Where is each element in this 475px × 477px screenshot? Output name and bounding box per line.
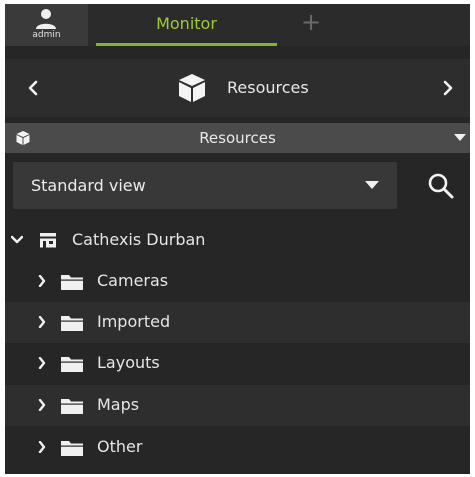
search-button[interactable] [425,170,457,202]
chevron-down-icon[interactable] [11,235,23,245]
folder-icon [61,357,83,372]
tree-item-label: Imported [97,312,171,331]
chevron-right-icon[interactable] [38,275,46,287]
section-title: Resources [199,129,276,147]
tree-item-cameras[interactable]: Cameras [5,261,470,302]
chevron-right-icon[interactable] [38,357,46,369]
resources-section-header[interactable]: Resources [5,123,470,153]
tree-item-layouts[interactable]: Layouts [5,343,470,384]
folder-icon [61,441,83,456]
tree-item-label: Maps [97,395,140,414]
tree-root-label: Cathexis Durban [72,230,206,249]
active-tab-indicator [96,43,277,46]
chevron-right-icon[interactable] [38,399,46,411]
tree-item-imported[interactable]: Imported [5,302,470,343]
folder-icon [61,316,83,331]
resources-panel: admin Monitor + Resources Resources Stan… [5,4,470,474]
tree-item-other[interactable]: Other [5,427,470,468]
server-icon [40,233,56,248]
folder-icon [61,275,83,290]
resources-title: Resources [227,78,309,97]
chevron-right-icon[interactable] [38,316,46,328]
caret-down-icon[interactable] [454,134,466,142]
user-name: admin [32,30,61,40]
next-panel-button[interactable] [426,59,470,117]
chevron-right-icon [443,80,453,96]
caret-down-icon [365,181,379,189]
user-icon [36,9,56,29]
previous-panel-button[interactable] [11,59,55,117]
tree-item-label: Layouts [97,353,160,372]
folder-icon [61,399,83,414]
tree-root-node[interactable]: Cathexis Durban [5,220,470,260]
search-icon [428,173,454,199]
resources-nav-bar: Resources [5,59,470,117]
view-select-value: Standard view [31,176,146,195]
cube-icon [179,74,205,102]
chevron-left-icon [28,80,38,96]
tree-item-label: Cameras [97,271,169,290]
top-bar: admin Monitor + [5,4,470,46]
view-select[interactable]: Standard view [13,162,397,209]
user-menu[interactable]: admin [5,4,88,46]
add-tab-button[interactable]: + [301,8,321,38]
tree-item-maps[interactable]: Maps [5,385,470,426]
tree-item-label: Other [97,437,143,456]
chevron-right-icon[interactable] [38,441,46,453]
tab-monitor[interactable]: Monitor [96,4,277,46]
